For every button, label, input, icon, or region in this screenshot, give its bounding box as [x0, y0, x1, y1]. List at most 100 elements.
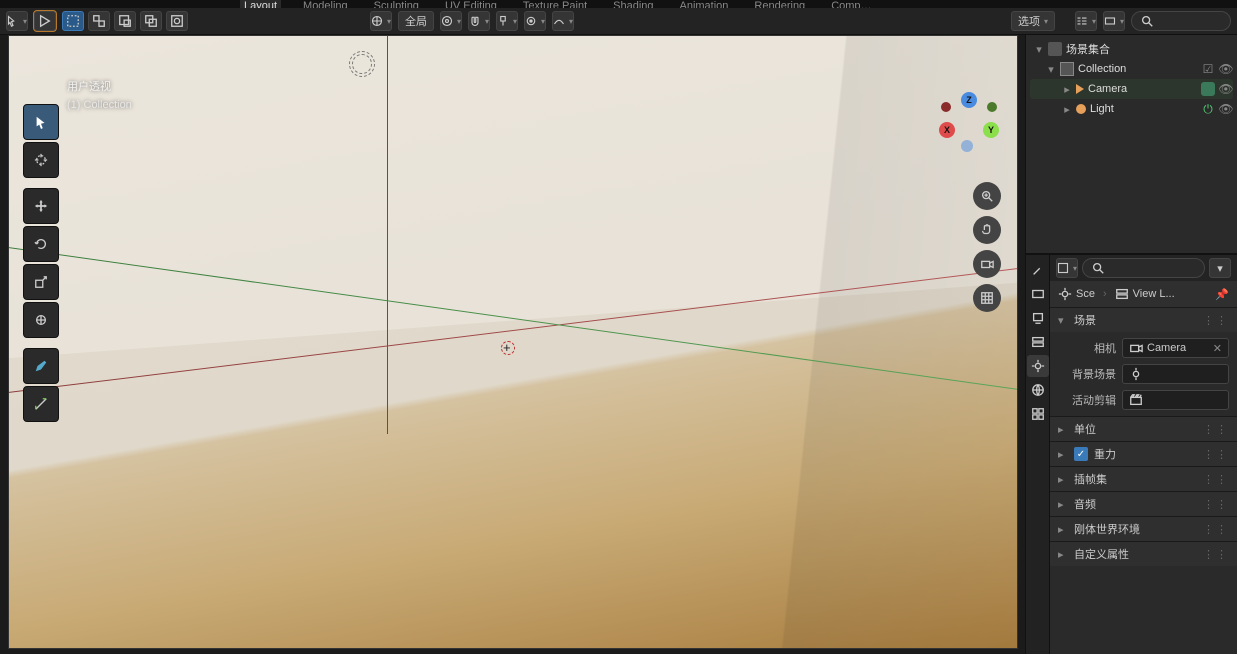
- pivot-select[interactable]: [440, 11, 462, 31]
- props-editor-type[interactable]: [1056, 258, 1078, 278]
- select-box-icon[interactable]: [62, 11, 84, 31]
- tool-select-box[interactable]: [23, 104, 59, 140]
- twisty-icon[interactable]: ▸: [1062, 83, 1072, 96]
- tab-anim[interactable]: Animation: [676, 0, 733, 8]
- eye-icon[interactable]: 👁: [1219, 82, 1233, 96]
- ptab-world[interactable]: [1027, 379, 1049, 401]
- tab-modeling[interactable]: Modeling: [299, 0, 352, 8]
- active-camera-badge-icon[interactable]: [1201, 82, 1215, 96]
- clear-icon[interactable]: ✕: [1213, 342, 1222, 355]
- twisty-icon[interactable]: ▸: [1062, 103, 1072, 116]
- outliner-display-icon[interactable]: [1103, 11, 1125, 31]
- ptab-scene[interactable]: [1027, 355, 1049, 377]
- select-intersect-icon[interactable]: [140, 11, 162, 31]
- ptab-render[interactable]: [1027, 283, 1049, 305]
- collection-check-icon[interactable]: ☑: [1201, 62, 1215, 76]
- crumb-viewlayer[interactable]: View L...: [1115, 287, 1175, 301]
- twisty-icon[interactable]: ▾: [1046, 63, 1056, 76]
- pin-icon[interactable]: 📌: [1215, 288, 1229, 301]
- select-invert-icon[interactable]: [166, 11, 188, 31]
- workspace-tabs[interactable]: Layout Modeling Sculpting UV Editing Tex…: [0, 0, 1237, 8]
- outliner-item-light[interactable]: ▸ Light ⏻ 👁: [1030, 99, 1233, 119]
- tool-move[interactable]: [23, 188, 59, 224]
- outliner-search-input[interactable]: [1131, 11, 1231, 31]
- gizmo-x[interactable]: X: [939, 122, 955, 138]
- light-power-icon[interactable]: ⏻: [1201, 102, 1215, 116]
- gizmo-z[interactable]: Z: [961, 92, 977, 108]
- ptab-texture[interactable]: [1027, 403, 1049, 425]
- gravity-checkbox[interactable]: ✓: [1074, 447, 1088, 461]
- panel-customprops-title: 自定义属性: [1074, 546, 1129, 562]
- tab-uv[interactable]: UV Editing: [441, 0, 501, 8]
- ptab-output[interactable]: [1027, 307, 1049, 329]
- orientation-icon[interactable]: [370, 11, 392, 31]
- panel-units-header[interactable]: ▸单位⋮⋮: [1050, 417, 1237, 441]
- crumb-scene-label: Sce: [1076, 288, 1095, 300]
- outliner-tree[interactable]: ▾ 场景集合 ▾ Collection ☑ 👁 ▸ Camera 👁: [1026, 35, 1237, 253]
- zoom-button[interactable]: [973, 182, 1001, 210]
- panel-rigidbody-header[interactable]: ▸刚体世界环境⋮⋮: [1050, 517, 1237, 541]
- tab-layout[interactable]: Layout: [240, 0, 281, 8]
- outliner-filter-icon[interactable]: [1075, 11, 1097, 31]
- options-dropdown[interactable]: 选项: [1011, 11, 1055, 31]
- panel-units: ▸单位⋮⋮: [1050, 416, 1237, 441]
- tool-annotate[interactable]: [23, 348, 59, 384]
- bgscene-field[interactable]: [1122, 364, 1229, 384]
- activeclip-field-label: 活动剪辑: [1058, 392, 1116, 408]
- ptab-viewlayer[interactable]: [1027, 331, 1049, 353]
- snap-toggle[interactable]: [468, 11, 490, 31]
- field-activeclip: 活动剪辑: [1058, 390, 1229, 410]
- panel-gravity-header[interactable]: ▸✓重力⋮⋮: [1050, 442, 1237, 466]
- outliner-collection[interactable]: ▾ Collection ☑ 👁: [1030, 59, 1233, 79]
- ptab-tool[interactable]: [1027, 259, 1049, 281]
- right-column: ▾ 场景集合 ▾ Collection ☑ 👁 ▸ Camera 👁: [1025, 35, 1237, 654]
- tool-measure[interactable]: [23, 386, 59, 422]
- camera-field[interactable]: Camera ✕: [1122, 338, 1229, 358]
- tool-header: 全局 选项: [0, 8, 1237, 35]
- tab-sculpting[interactable]: Sculpting: [370, 0, 423, 8]
- cursor-tool-icon[interactable]: [34, 11, 56, 31]
- select-extend-icon[interactable]: [88, 11, 110, 31]
- nav-gizmo[interactable]: Z X Y: [939, 92, 1001, 154]
- properties-search[interactable]: [1082, 258, 1205, 278]
- tool-rotate[interactable]: [23, 226, 59, 262]
- tool-transform[interactable]: [23, 302, 59, 338]
- panel-keyingsets-header[interactable]: ▸插帧集⋮⋮: [1050, 467, 1237, 491]
- panel-scene-header[interactable]: ▾ 场景 ⋮⋮: [1050, 308, 1237, 332]
- select-subtract-icon[interactable]: [114, 11, 136, 31]
- panel-audio-header[interactable]: ▸音频⋮⋮: [1050, 492, 1237, 516]
- props-options[interactable]: ▾: [1209, 258, 1231, 278]
- gizmo-y[interactable]: Y: [983, 122, 999, 138]
- snap-target[interactable]: [496, 11, 518, 31]
- proportional-edit[interactable]: [524, 11, 546, 31]
- proportional-falloff[interactable]: [552, 11, 574, 31]
- outliner-item-camera[interactable]: ▸ Camera 👁: [1030, 79, 1233, 99]
- panel-menu-icon[interactable]: ⋮⋮: [1203, 314, 1229, 327]
- tool-scale[interactable]: [23, 264, 59, 300]
- eye-icon[interactable]: 👁: [1219, 62, 1233, 76]
- empty-object-icon: [352, 54, 372, 74]
- 3d-viewport[interactable]: 用户透视 (1) Collection Z X Y: [8, 35, 1018, 649]
- gizmo-neg-x[interactable]: [941, 102, 951, 112]
- tab-comp[interactable]: Comp…: [827, 0, 875, 8]
- panel-keyingsets-title: 插帧集: [1074, 471, 1107, 487]
- tab-render[interactable]: Rendering: [750, 0, 809, 8]
- gizmo-neg-y[interactable]: [987, 102, 997, 112]
- persp-ortho-button[interactable]: [973, 284, 1001, 312]
- outliner-scene-root[interactable]: ▾ 场景集合: [1030, 39, 1233, 59]
- eye-icon[interactable]: 👁: [1219, 102, 1233, 116]
- properties-breadcrumb: Sce › View L... 📌: [1050, 281, 1237, 307]
- camera-view-button[interactable]: [973, 250, 1001, 278]
- select-mode-tweak[interactable]: [6, 11, 28, 31]
- crumb-scene[interactable]: Sce: [1058, 287, 1095, 301]
- activeclip-field[interactable]: [1122, 390, 1229, 410]
- panel-customprops-header[interactable]: ▸自定义属性⋮⋮: [1050, 542, 1237, 566]
- tool-cursor[interactable]: [23, 142, 59, 178]
- twisty-icon[interactable]: ▾: [1034, 43, 1044, 56]
- bgscene-field-label: 背景场景: [1058, 366, 1116, 382]
- tab-shading[interactable]: Shading: [609, 0, 657, 8]
- orientation-select[interactable]: 全局: [398, 11, 434, 31]
- gizmo-neg-z[interactable]: [961, 140, 973, 152]
- tab-texpaint[interactable]: Texture Paint: [519, 0, 591, 8]
- pan-button[interactable]: [973, 216, 1001, 244]
